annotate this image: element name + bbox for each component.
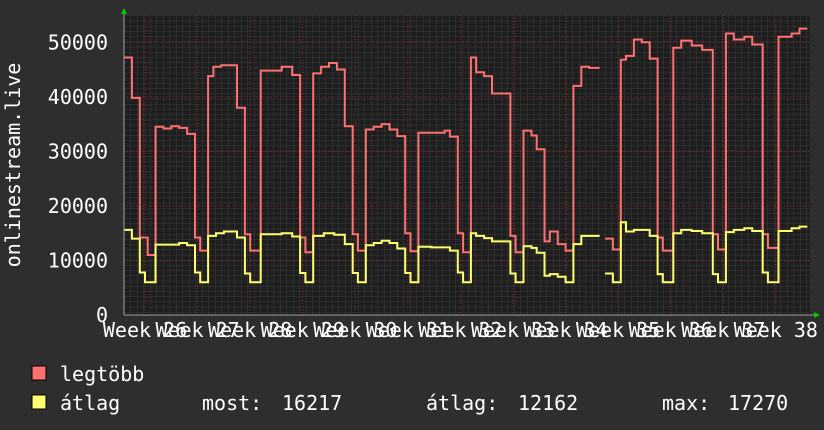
legend-swatch-max — [31, 365, 47, 381]
stat-now-label: most: — [202, 391, 262, 415]
y-tick-label: 10000 — [48, 248, 108, 272]
y-tick-label: 20000 — [48, 194, 108, 218]
y-axis-label: onlinestream.live — [1, 63, 25, 268]
y-axis-arrow-icon — [121, 8, 127, 14]
legend-label-avg: átlag — [60, 391, 120, 415]
stat-avg-value: 12162 — [518, 391, 578, 415]
stat-avg-label: átlag: — [426, 391, 498, 415]
y-tick-label: 40000 — [48, 85, 108, 109]
stat-max-value: 17270 — [728, 391, 788, 415]
x-tick-label: Week 38 — [734, 318, 818, 342]
stat-max-label: max: — [662, 391, 710, 415]
y-axis-ticks: 01000020000300004000050000 — [48, 30, 108, 327]
minor-grid — [124, 15, 810, 315]
stat-now-value: 16217 — [282, 391, 342, 415]
y-tick-label: 50000 — [48, 30, 108, 54]
legend-label-max: legtöbb — [60, 362, 144, 386]
chart-canvas: 01000020000300004000050000 Week 26Week 2… — [1, 8, 820, 415]
legend-swatch-avg — [31, 394, 47, 410]
x-axis-ticks: Week 26Week 27Week 28Week 29Week 30Week … — [103, 318, 818, 342]
y-tick-label: 30000 — [48, 139, 108, 163]
